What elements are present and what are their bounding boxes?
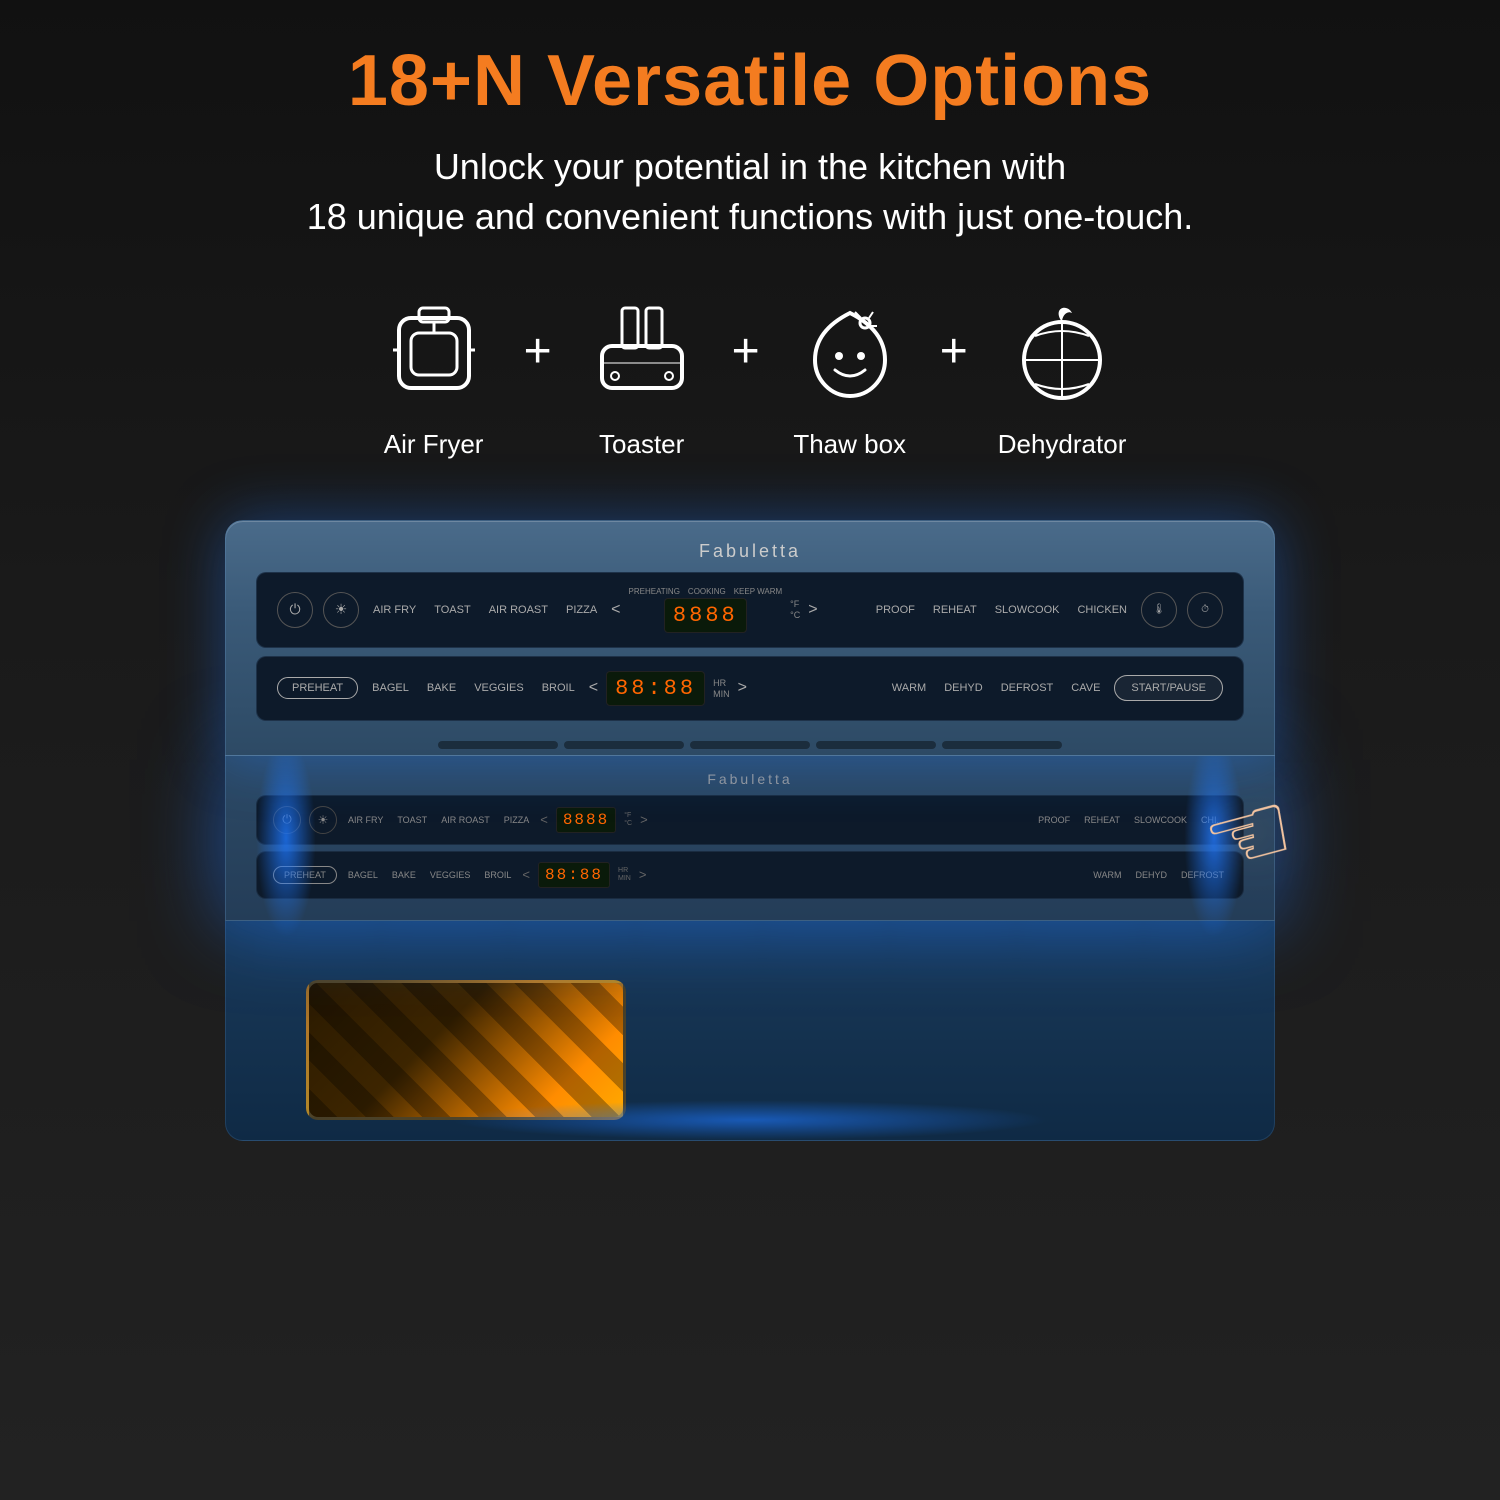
- glow-left: [256, 738, 316, 938]
- display-section-2: < 88:88 HRMIN >: [589, 671, 878, 706]
- thaw-box-label: Thaw box: [793, 429, 906, 460]
- start-pause-button[interactable]: START/PAUSE: [1114, 675, 1223, 701]
- toaster-icon: [582, 293, 702, 413]
- bottom-glow: [450, 1100, 1050, 1140]
- brand-label-top: Fabuletta: [256, 541, 1244, 562]
- control-row-2: PREHEAT BAGEL BAKE VEGGIES BROIL < 88:88…: [256, 656, 1244, 721]
- display-1: 8888: [664, 598, 747, 633]
- proof-btn[interactable]: PROOF: [872, 602, 919, 618]
- warm-btn[interactable]: WARM: [888, 680, 930, 696]
- sm-unit-1: °F°C: [624, 812, 632, 827]
- sm-display-2: 88:88: [538, 862, 610, 888]
- plus-1: +: [524, 324, 552, 379]
- dehydrator-label: Dehydrator: [998, 429, 1127, 460]
- sm-display-section-2: < 88:88 HRMIN >: [522, 862, 1082, 888]
- unit-2: HRMIN: [713, 678, 730, 699]
- sm-pizza-btn[interactable]: PIZZA: [501, 814, 533, 826]
- timer-button[interactable]: ⏱: [1187, 592, 1223, 628]
- reheat-btn[interactable]: REHEAT: [929, 602, 981, 618]
- sm-arrow-left-1[interactable]: <: [540, 812, 548, 827]
- plus-2: +: [732, 324, 760, 379]
- dehydrator-icon: [1002, 293, 1122, 413]
- sm-control-row-1: ⏻ ☀ AIR FRY TOAST AIR ROAST PIZZA < 8888…: [256, 795, 1244, 845]
- sm-dehyd-btn[interactable]: DEHYD: [1132, 869, 1170, 881]
- vent-2: [564, 741, 684, 749]
- panel-vents: [256, 729, 1244, 755]
- arrow-right-2[interactable]: >: [738, 679, 747, 697]
- broil-btn[interactable]: BROIL: [538, 680, 579, 696]
- arrow-left-1[interactable]: <: [611, 601, 620, 619]
- main-title: 18+N Versatile Options: [348, 40, 1152, 122]
- air-roast-btn[interactable]: AIR ROAST: [485, 602, 552, 618]
- display-section-1: < PREHEATINGCOOKINGKEEP WARM 8888 °F°C >: [611, 587, 862, 633]
- feature-toaster: Toaster: [582, 293, 702, 460]
- vent-3: [690, 741, 810, 749]
- toaster-label: Toaster: [599, 429, 684, 460]
- sm-toast-btn[interactable]: TOAST: [394, 814, 430, 826]
- sm-air-fry-btn[interactable]: AIR FRY: [345, 814, 386, 826]
- arrow-left-2[interactable]: <: [589, 679, 598, 697]
- sm-arrow-left-2[interactable]: <: [522, 867, 530, 882]
- appliance-door: [225, 921, 1275, 1141]
- vent-4: [816, 741, 936, 749]
- sm-display-1: 8888: [556, 807, 616, 833]
- sm-warm-btn[interactable]: WARM: [1090, 869, 1124, 881]
- light-button[interactable]: ☀: [323, 592, 359, 628]
- sm-arrow-right-1[interactable]: >: [640, 812, 648, 827]
- display-2: 88:88: [606, 671, 705, 706]
- brand-label-bottom: Fabuletta: [256, 771, 1244, 787]
- sm-control-row-2: PREHEAT BAGEL BAKE VEGGIES BROIL < 88:88…: [256, 851, 1244, 899]
- pizza-btn[interactable]: PIZZA: [562, 602, 601, 618]
- unit-1: °F°C: [790, 599, 800, 620]
- sm-slowcook-btn[interactable]: SLOWCOOK: [1131, 814, 1190, 826]
- arrow-right-1[interactable]: >: [808, 601, 817, 619]
- secondary-appliance-panel: Fabuletta ⏻ ☀ AIR FRY TOAST AIR ROAST PI…: [225, 756, 1275, 921]
- features-row: Air Fryer + Toaster +: [374, 293, 1127, 460]
- preheat-button[interactable]: PREHEAT: [277, 677, 358, 699]
- subtitle: Unlock your potential in the kitchen wit…: [307, 142, 1194, 243]
- dehyd-btn[interactable]: DEHYD: [940, 680, 987, 696]
- main-appliance-panel: Fabuletta ⏻ ☀ AIR FRY TOAST AIR ROAST PI…: [225, 520, 1275, 756]
- thaw-box-icon: [790, 293, 910, 413]
- bagel-btn[interactable]: BAGEL: [368, 680, 413, 696]
- feature-air-fryer: Air Fryer: [374, 293, 494, 460]
- air-fry-btn[interactable]: AIR FRY: [369, 602, 420, 618]
- sm-unit-2: HRMIN: [618, 867, 631, 882]
- sm-proof-btn[interactable]: PROOF: [1035, 814, 1073, 826]
- plus-3: +: [940, 324, 968, 379]
- sm-air-roast-btn[interactable]: AIR ROAST: [438, 814, 493, 826]
- temp-button[interactable]: 🌡: [1141, 592, 1177, 628]
- sm-display-section-1: < 8888 °F°C >: [540, 807, 1027, 833]
- defrost-btn[interactable]: DEFROST: [997, 680, 1058, 696]
- slowcook-btn[interactable]: SLOWCOOK: [991, 602, 1064, 618]
- sm-arrow-right-2[interactable]: >: [639, 867, 647, 882]
- door-window: [306, 980, 626, 1120]
- sm-reheat-btn[interactable]: REHEAT: [1081, 814, 1123, 826]
- bake-btn[interactable]: BAKE: [423, 680, 460, 696]
- air-fryer-label: Air Fryer: [384, 429, 484, 460]
- sm-bagel-btn[interactable]: BAGEL: [345, 869, 381, 881]
- sm-bake-btn[interactable]: BAKE: [389, 869, 419, 881]
- air-fryer-icon: [374, 293, 494, 413]
- chicken-btn[interactable]: CHICKEN: [1073, 602, 1131, 618]
- toast-btn[interactable]: TOAST: [430, 602, 474, 618]
- control-row-1: ⏻ ☀ AIR FRY TOAST AIR ROAST PIZZA < PREH…: [256, 572, 1244, 648]
- sm-broil-btn[interactable]: BROIL: [481, 869, 514, 881]
- page-container: 18+N Versatile Options Unlock your poten…: [0, 0, 1500, 1500]
- feature-thaw-box: Thaw box: [790, 293, 910, 460]
- feature-dehydrator: Dehydrator: [998, 293, 1127, 460]
- veggies-btn[interactable]: VEGGIES: [470, 680, 528, 696]
- sm-veggies-btn[interactable]: VEGGIES: [427, 869, 474, 881]
- cave-btn[interactable]: CAVE: [1067, 680, 1104, 696]
- vent-5: [942, 741, 1062, 749]
- power-button[interactable]: ⏻: [277, 592, 313, 628]
- vent-1: [438, 741, 558, 749]
- appliance-section: Fabuletta ⏻ ☀ AIR FRY TOAST AIR ROAST PI…: [60, 520, 1440, 1141]
